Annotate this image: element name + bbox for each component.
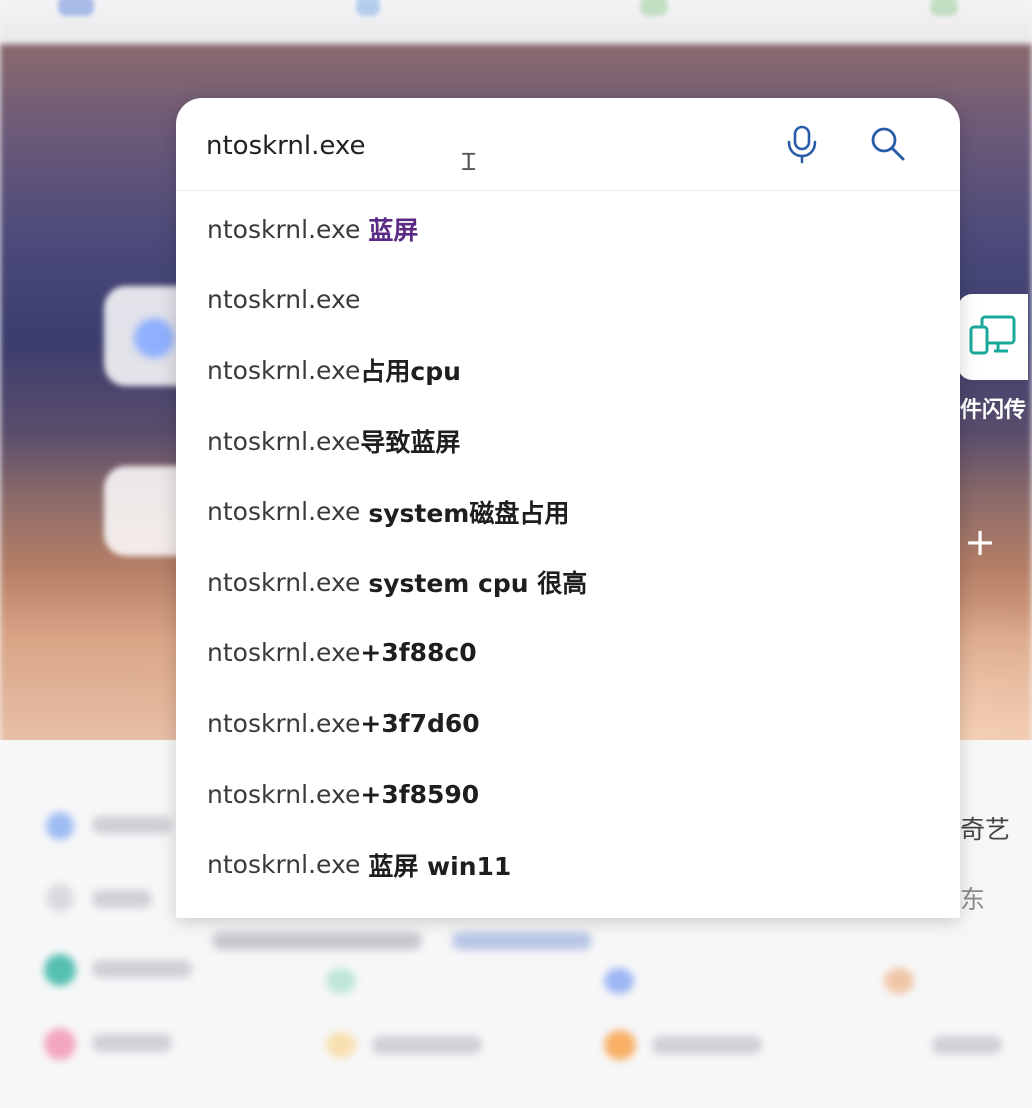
suggestion-completion: 占用cpu	[360, 357, 461, 387]
suggestion-query-part: ntoskrnl.exe	[207, 567, 369, 597]
background-news-line	[932, 1036, 1002, 1054]
background-news-line	[92, 960, 192, 978]
add-shortcut-button[interactable]: +	[960, 522, 1000, 562]
background-news-line	[92, 1034, 172, 1052]
suggestion-query-part: ntoskrnl.exe	[207, 708, 361, 738]
suggestion-query-part: ntoskrnl.exe	[207, 426, 361, 456]
file-transfer-caption: 件闪传	[960, 398, 1027, 423]
background-news-icon	[604, 1030, 636, 1060]
suggestion-query-part: ntoskrnl.exe	[207, 355, 361, 385]
background-news-line	[92, 890, 152, 908]
file-transfer-shortcut[interactable]	[958, 294, 1028, 380]
background-toolbar-blob	[640, 0, 668, 16]
suggestion-completion: system cpu 很高	[368, 569, 588, 599]
suggestion-query-part: ntoskrnl.exe	[207, 214, 369, 244]
background-browser-toolbar	[0, 0, 1032, 44]
dual-screen-icon	[969, 315, 1016, 355]
background-news-icon	[326, 1032, 356, 1058]
suggestion-item[interactable]: ntoskrnl.exe +3f7d60	[176, 688, 960, 759]
background-news-line	[92, 816, 172, 834]
background-news-icon	[46, 812, 74, 840]
suggestion-item[interactable]: ntoskrnl.exe +3f8590	[176, 759, 960, 830]
search-suggestion-panel: Ɪ ntoskrnl.exe 蓝屏 ntoskrnl.exe ntoskrnl.…	[176, 98, 960, 918]
suggestion-query-part: ntoskrnl.exe	[207, 638, 361, 668]
suggestion-completion: +3f88c0	[360, 638, 477, 668]
suggestion-completion: +3f7d60	[360, 708, 480, 738]
suggestion-completion: 蓝屏	[368, 216, 419, 246]
background-news-icon	[604, 968, 634, 994]
suggestion-list: ntoskrnl.exe 蓝屏 ntoskrnl.exe ntoskrnl.ex…	[176, 194, 960, 900]
background-side-text: 奇艺	[960, 815, 1011, 844]
search-bar: Ɪ	[176, 98, 960, 191]
background-news-icon	[44, 1028, 76, 1060]
background-news-line	[652, 1036, 762, 1054]
suggestion-item[interactable]: ntoskrnl.exe 导致蓝屏	[176, 406, 960, 477]
suggestion-item[interactable]: ntoskrnl.exe system磁盘占用	[176, 476, 960, 547]
suggestion-item[interactable]: ntoskrnl.exe 蓝屏 win11	[176, 829, 960, 900]
search-icon	[871, 127, 905, 161]
suggestion-item[interactable]: ntoskrnl.exe 占用cpu	[176, 335, 960, 406]
voice-search-button[interactable]	[780, 122, 824, 166]
suggestion-completion: +3f8590	[360, 779, 480, 809]
background-news-icon	[884, 968, 914, 994]
background-news-icon	[46, 884, 74, 912]
background-toolbar-blob	[356, 0, 380, 16]
background-side-text: 东	[960, 885, 986, 914]
microphone-icon	[787, 125, 817, 164]
suggestion-item[interactable]: ntoskrnl.exe 蓝屏	[176, 194, 960, 265]
suggestion-query-part: ntoskrnl.exe	[207, 497, 369, 527]
background-news-line	[372, 1036, 482, 1054]
background-news-line	[452, 932, 592, 950]
suggestion-query-part: ntoskrnl.exe	[207, 779, 361, 809]
suggestion-query-part: ntoskrnl.exe	[207, 850, 369, 880]
suggestion-item[interactable]: ntoskrnl.exe system cpu 很高	[176, 547, 960, 618]
background-toolbar-blob	[930, 0, 958, 16]
background-news-icon	[44, 954, 76, 986]
background-news-icon	[326, 968, 356, 994]
background-toolbar-blob	[58, 0, 94, 16]
background-news-line	[212, 932, 422, 950]
suggestion-query-part: ntoskrnl.exe	[207, 285, 361, 315]
suggestion-item[interactable]: ntoskrnl.exe +3f88c0	[176, 618, 960, 689]
background-shortcut-icon	[134, 318, 174, 358]
suggestion-completion: 导致蓝屏	[360, 428, 461, 458]
text-cursor-icon: Ɪ	[462, 148, 476, 176]
search-button[interactable]	[866, 122, 910, 166]
suggestion-completion: 蓝屏 win11	[368, 851, 512, 881]
suggestion-completion: system磁盘占用	[368, 498, 570, 528]
suggestion-item[interactable]: ntoskrnl.exe	[176, 265, 960, 336]
